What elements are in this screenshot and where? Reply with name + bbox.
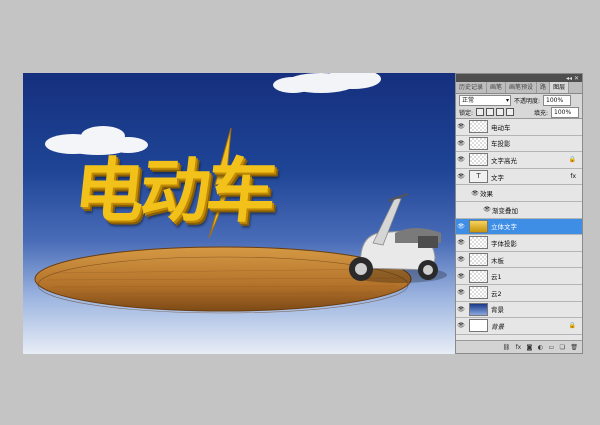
lock-all-icon[interactable] [506,108,515,116]
fx-badge[interactable]: fx [570,173,576,180]
layer-name: 云2 [491,289,502,298]
fx-icon[interactable]: fx [515,344,522,351]
layer-row-background[interactable]: 👁 背景 🔒 [456,318,582,335]
layer-name: 木板 [491,256,504,265]
layers-bottom-toolbar: ⛓ fx ◙ ◐ ▭ ❏ 🗑 [456,340,582,353]
layer-thumbnail [469,253,488,267]
tab-brush[interactable]: 画笔 [487,82,507,93]
layer-row[interactable]: 👁 电动车 [456,119,582,136]
layer-thumbnail [469,286,488,300]
lock-icon: 🔒 [568,156,576,164]
layer-thumbnail [469,319,488,333]
effect-name: 渐变叠加 [492,206,518,215]
layer-thumbnail [469,269,488,283]
eye-icon[interactable]: 👁 [482,206,492,213]
layer-name: 车投影 [491,140,511,149]
panel-collapse-label[interactable]: ◂◂ ✕ [566,75,579,82]
trash-icon[interactable]: 🗑 [570,344,578,351]
canvas-title-text: 电动车 [70,150,277,232]
eye-icon[interactable]: 👁 [456,156,466,163]
fill-field[interactable]: 100% [551,106,579,118]
lock-transparency-icon[interactable] [476,108,485,116]
layer-name: 背景 [491,322,504,331]
layers-panel: ◂◂ ✕ 历史记录 画笔 画笔预设 路 图层 正常 不透明度: 100% 锁定:… [455,73,583,354]
text-layer-thumbnail: T [469,170,488,184]
panel-header[interactable]: ◂◂ ✕ [456,74,582,82]
lock-icon: 🔒 [568,322,576,330]
layer-name: 字体投影 [491,239,517,248]
eye-icon[interactable]: 👁 [456,256,466,263]
eye-icon[interactable]: 👁 [456,223,466,230]
tab-paths[interactable]: 路 [537,82,551,93]
layer-name: 云1 [491,273,502,282]
effects-label: 效果 [480,190,493,199]
layer-name: 文字 [491,173,504,182]
eye-icon[interactable]: 👁 [456,239,466,246]
effect-row[interactable]: 👁 渐变叠加 [456,202,582,219]
lock-pixels-icon[interactable] [486,108,495,116]
effects-group-row[interactable]: 👁 效果 [456,185,582,202]
opacity-label: 不透明度: [514,97,541,105]
layer-row[interactable]: 👁 云1 [456,268,582,285]
layer-name: 文字高光 [491,156,517,165]
layer-name: 立体文字 [491,223,517,232]
lock-label: 锁定: [459,109,474,117]
panel-tabs: 历史记录 画笔 画笔预设 路 图层 [456,82,582,94]
eye-icon[interactable]: 👁 [456,322,466,329]
layer-row[interactable]: 👁 字体投影 [456,235,582,252]
adjustment-icon[interactable]: ◐ [537,344,543,351]
layer-row[interactable]: 👁 车投影 [456,136,582,153]
tab-history[interactable]: 历史记录 [456,82,488,93]
eye-icon[interactable]: 👁 [456,173,466,180]
layer-row[interactable]: 👁 背景 [456,302,582,319]
eye-icon[interactable]: 👁 [470,190,480,197]
lock-row: 锁定: 填充: 100% [456,106,582,118]
layer-row[interactable]: 👁 文字高光 🔒 [456,152,582,169]
layer-row[interactable]: 👁 T 文字 fx [456,169,582,186]
layer-name: 背景 [491,306,504,315]
tab-layers[interactable]: 图层 [550,82,570,93]
layer-row[interactable]: 👁 云2 [456,285,582,302]
new-layer-icon[interactable]: ❏ [559,344,565,351]
document-canvas[interactable]: 电动车 [23,73,455,354]
eye-icon[interactable]: 👁 [456,140,466,147]
fill-label: 填充: [533,109,548,117]
eye-icon[interactable]: 👁 [456,123,466,130]
opacity-field[interactable]: 100% [543,94,572,106]
layer-thumbnail [469,236,488,250]
eye-icon[interactable]: 👁 [456,273,466,280]
layer-thumbnail [469,120,488,134]
layer-thumbnail [469,136,488,150]
layer-thumbnail [469,153,488,167]
eye-icon[interactable]: 👁 [456,306,466,313]
mask-icon[interactable]: ◙ [526,344,532,351]
layers-list: 👁 电动车 👁 车投影 👁 文字高光 🔒 👁 T 文字 fx 👁 效果 👁 渐变… [456,118,582,341]
layer-row[interactable]: 👁 木板 [456,252,582,269]
tab-brush-presets[interactable]: 画笔预设 [506,82,538,93]
scooter-image [349,193,447,283]
lock-icons [476,108,515,116]
layer-thumbnail [469,302,488,316]
lock-position-icon[interactable] [496,108,505,116]
layer-thumbnail [469,219,488,233]
blend-row: 正常 不透明度: 100% [456,94,582,106]
eye-icon[interactable]: 👁 [456,289,466,296]
cloud-1 [273,73,381,93]
blend-mode-select[interactable]: 正常 [459,94,511,106]
link-icon[interactable]: ⛓ [503,344,511,351]
layer-name: 电动车 [491,123,511,132]
layer-row-selected[interactable]: 👁 立体文字 [456,218,582,236]
group-icon[interactable]: ▭ [548,344,555,351]
